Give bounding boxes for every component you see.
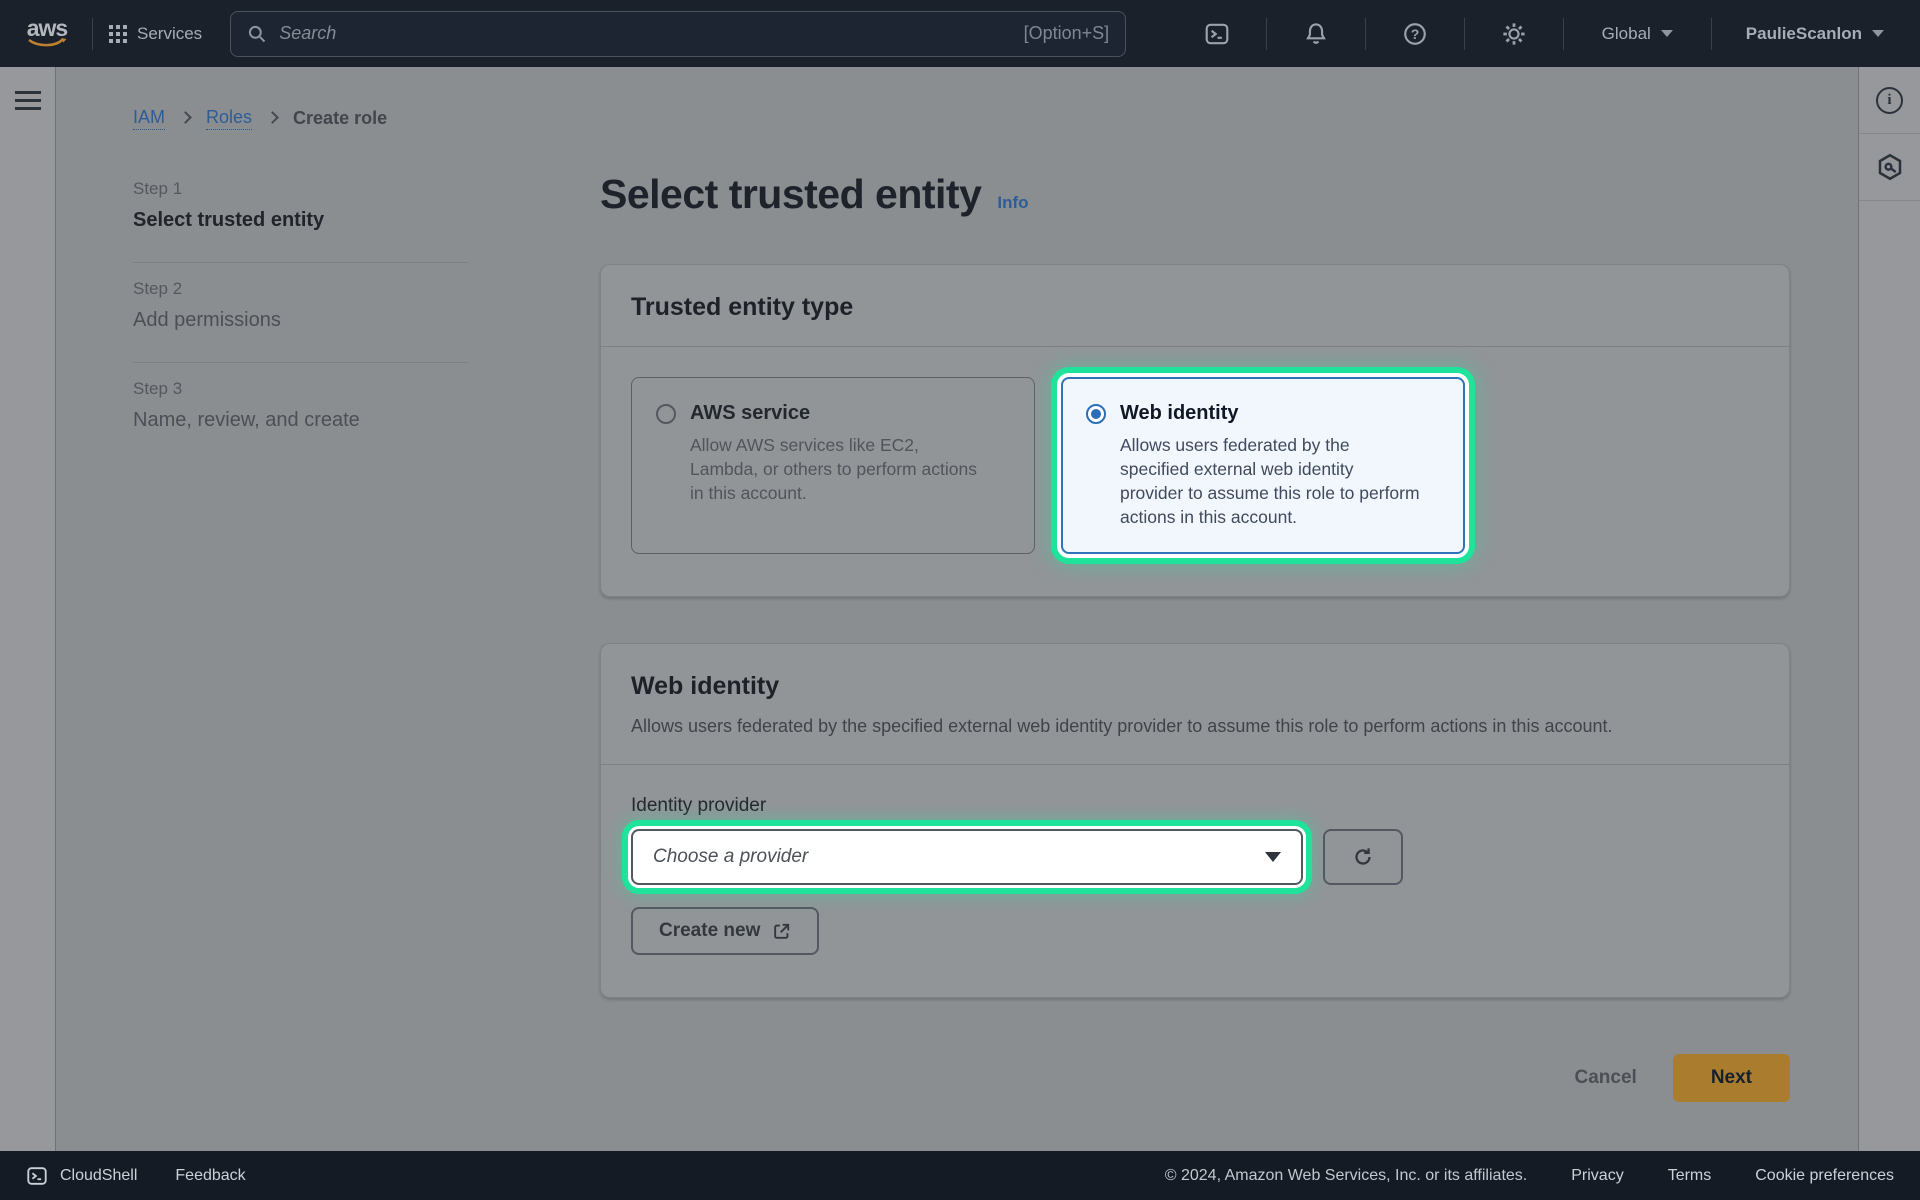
top-nav-bar: aws Services Search [Option+S]	[0, 0, 1920, 67]
question-icon: ?	[1402, 21, 1428, 47]
info-link[interactable]: Info	[997, 193, 1028, 213]
topbar-divider	[1365, 18, 1366, 50]
cancel-button[interactable]: Cancel	[1575, 1067, 1637, 1089]
next-button[interactable]: Next	[1673, 1054, 1790, 1102]
chevron-right-icon	[179, 111, 192, 124]
account-menu[interactable]: PaulieScanlon	[1728, 24, 1902, 44]
option-aws-service[interactable]: AWS service Allow AWS services like EC2,…	[631, 377, 1035, 554]
page-shell: i IAM Roles Create role Step 1 Select tr…	[0, 67, 1920, 1151]
cloudshell-button[interactable]	[1184, 21, 1250, 47]
cookie-preferences-link[interactable]: Cookie preferences	[1755, 1167, 1894, 1185]
info-panel-button[interactable]: i	[1859, 67, 1920, 134]
gear-icon	[1501, 21, 1527, 47]
region-selector[interactable]: Global	[1580, 24, 1695, 44]
cloudshell-label: CloudShell	[60, 1167, 137, 1185]
web-identity-card: Web identity Allows users federated by t…	[600, 643, 1790, 998]
step-title: Name, review, and create	[133, 409, 469, 432]
services-menu-button[interactable]: Services	[109, 24, 202, 44]
select-placeholder: Choose a provider	[653, 846, 808, 868]
step-title: Select trusted entity	[133, 209, 469, 232]
search-placeholder: Search	[279, 23, 336, 44]
create-new-provider-button[interactable]: Create new	[631, 907, 819, 955]
step-title: Add permissions	[133, 309, 469, 332]
option-description: Allows users federated by the specified …	[1120, 433, 1420, 529]
wizard-step-3: Step 3 Name, review, and create	[133, 363, 469, 462]
wizard-step-2: Step 2 Add permissions	[133, 263, 469, 363]
topbar-divider	[92, 18, 93, 50]
topbar-divider	[1266, 18, 1267, 50]
aws-logo[interactable]: aws	[26, 18, 68, 49]
create-new-label: Create new	[659, 920, 760, 942]
terminal-icon	[1204, 21, 1230, 47]
trusted-entity-type-card: Trusted entity type AWS service Allow AW…	[600, 264, 1790, 597]
external-link-icon	[772, 922, 791, 941]
option-label: Web identity	[1120, 402, 1239, 425]
help-button[interactable]: ?	[1382, 21, 1448, 47]
option-description: Allow AWS services like EC2, Lambda, or …	[690, 433, 990, 505]
step-number: Step 3	[133, 379, 469, 399]
terminal-icon	[26, 1165, 48, 1187]
breadcrumb-iam-link[interactable]: IAM	[133, 107, 165, 130]
services-grid-icon	[109, 25, 127, 43]
search-icon	[247, 24, 267, 44]
region-label: Global	[1602, 24, 1651, 44]
services-label: Services	[137, 24, 202, 44]
svg-text:?: ?	[1410, 25, 1419, 41]
identity-provider-label: Identity provider	[631, 795, 1759, 817]
hamburger-menu-icon[interactable]	[15, 91, 41, 110]
feedback-label: Feedback	[175, 1167, 245, 1185]
right-tools-rail: i	[1858, 67, 1920, 1151]
page-title: Select trusted entity	[600, 171, 981, 218]
resources-panel-button[interactable]	[1859, 134, 1920, 201]
notifications-button[interactable]	[1283, 21, 1349, 47]
chevron-down-icon	[1661, 30, 1673, 37]
wizard-steps: Step 1 Select trusted entity Step 2 Add …	[133, 163, 469, 462]
hexagon-node-icon	[1875, 152, 1905, 182]
bell-icon	[1303, 21, 1329, 47]
left-nav-rail	[0, 67, 56, 1151]
step-number: Step 2	[133, 279, 469, 299]
wizard-step-1: Step 1 Select trusted entity	[133, 163, 469, 263]
info-icon: i	[1876, 87, 1903, 114]
footer-feedback-button[interactable]: Feedback	[175, 1167, 245, 1185]
option-label: AWS service	[690, 402, 810, 425]
settings-button[interactable]	[1481, 21, 1547, 47]
aws-logo-text: aws	[27, 18, 67, 38]
chevron-down-icon	[1872, 30, 1884, 37]
terms-link[interactable]: Terms	[1668, 1167, 1712, 1185]
main-content: Select trusted entity Info Trusted entit…	[600, 67, 1790, 1102]
breadcrumb-roles-link[interactable]: Roles	[206, 107, 252, 130]
topbar-divider	[1464, 18, 1465, 50]
privacy-link[interactable]: Privacy	[1571, 1167, 1623, 1185]
refresh-providers-button[interactable]	[1323, 829, 1403, 885]
aws-smile-icon	[26, 38, 68, 49]
footer-bar: CloudShell Feedback © 2024, Amazon Web S…	[0, 1151, 1920, 1200]
option-web-identity[interactable]: Web identity Allows users federated by t…	[1061, 377, 1465, 554]
chevron-right-icon	[266, 111, 279, 124]
breadcrumb: IAM Roles Create role	[133, 107, 387, 130]
identity-provider-select[interactable]: Choose a provider	[631, 829, 1303, 885]
chevron-down-icon	[1265, 852, 1281, 862]
breadcrumb-current: Create role	[293, 108, 387, 129]
card-description: Allows users federated by the specified …	[631, 713, 1759, 740]
footer-cloudshell-button[interactable]: CloudShell	[26, 1165, 137, 1187]
search-shortcut-hint: [Option+S]	[1024, 23, 1110, 44]
topbar-divider	[1563, 18, 1564, 50]
copyright-text: © 2024, Amazon Web Services, Inc. or its…	[1165, 1167, 1527, 1185]
card-title: Web identity	[631, 672, 1759, 701]
radio-selected-icon[interactable]	[1086, 404, 1106, 424]
radio-unselected-icon[interactable]	[656, 404, 676, 424]
topbar-divider	[1711, 18, 1712, 50]
account-label: PaulieScanlon	[1746, 24, 1862, 44]
step-number: Step 1	[133, 179, 469, 199]
refresh-icon	[1351, 845, 1375, 869]
search-input[interactable]: Search [Option+S]	[230, 11, 1126, 57]
card-title: Trusted entity type	[631, 293, 1759, 322]
